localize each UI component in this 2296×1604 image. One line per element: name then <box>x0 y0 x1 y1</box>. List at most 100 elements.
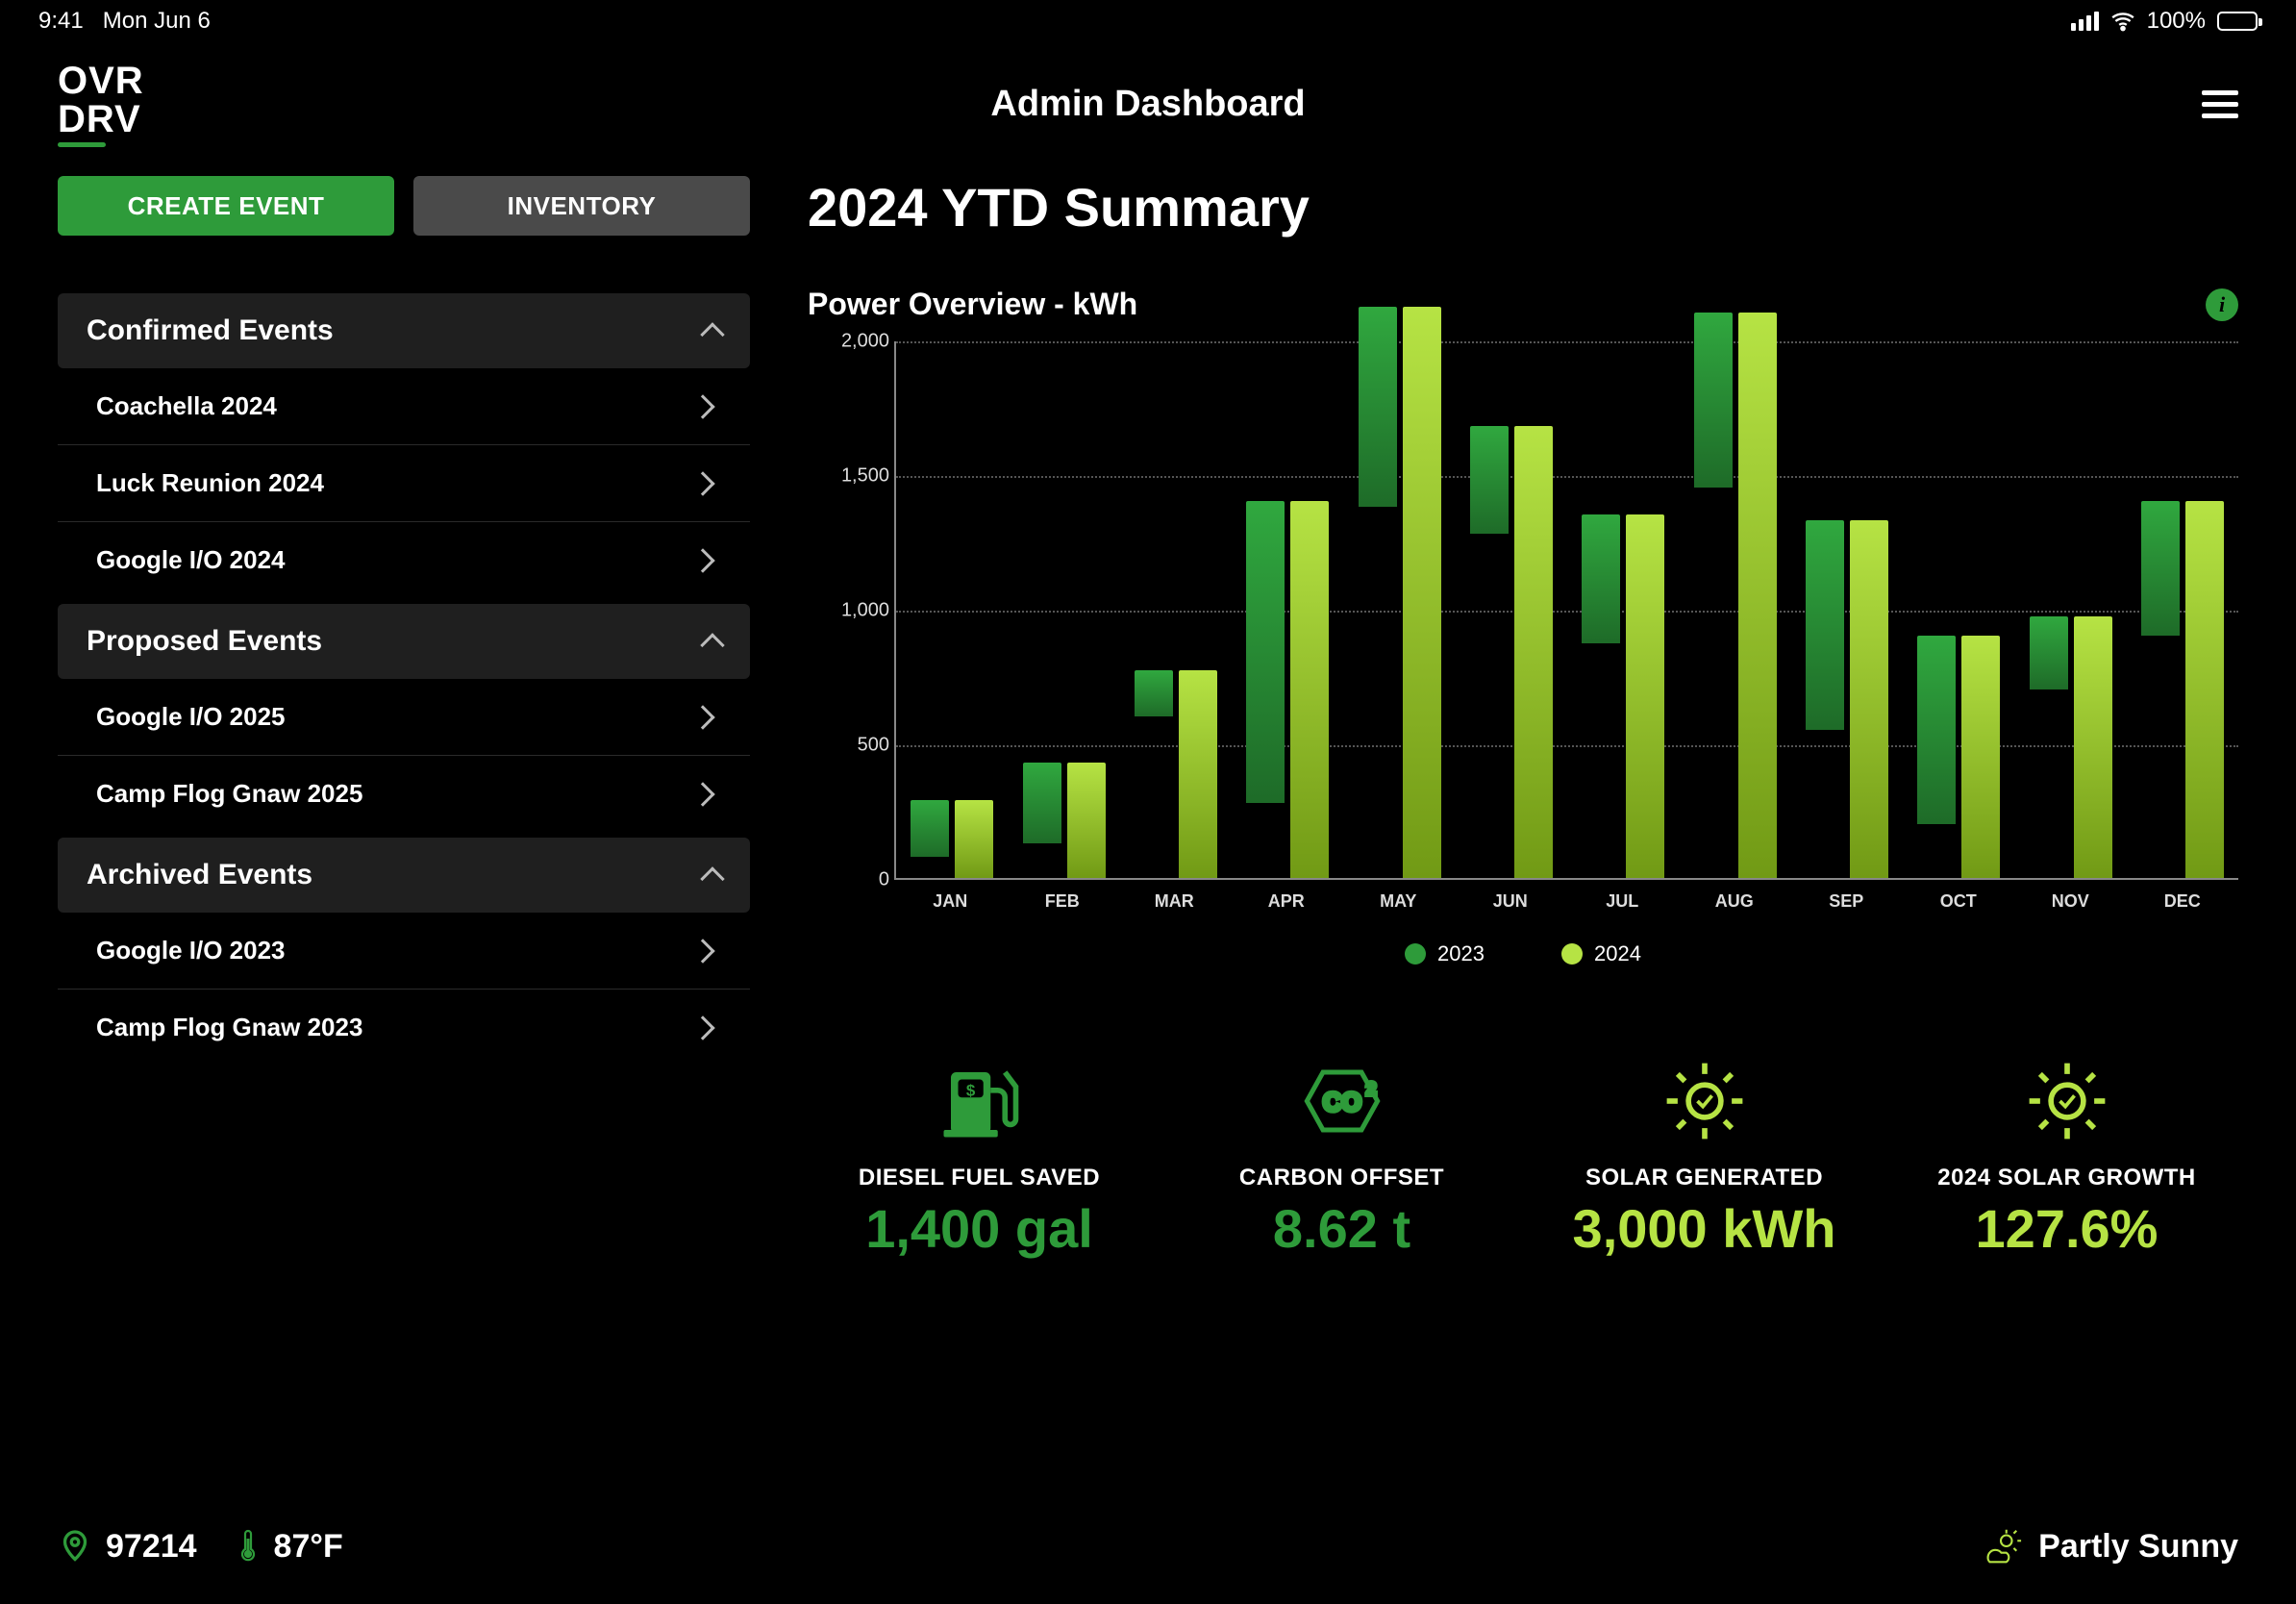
section-header-0[interactable]: Confirmed Events <box>58 293 750 368</box>
bar-2023 <box>2030 616 2068 689</box>
sidebar-item[interactable]: Google I/O 2023 <box>58 913 750 990</box>
bar-2024 <box>1403 307 1441 878</box>
wifi-icon <box>2110 9 2135 34</box>
sidebar-item[interactable]: Coachella 2024 <box>58 368 750 445</box>
legend-label-2023: 2023 <box>1437 941 1485 966</box>
chevron-right-icon <box>690 782 714 806</box>
stat-label: 2024 SOLAR GROWTH <box>1895 1165 2238 1191</box>
legend-2023: 2023 <box>1405 941 1485 966</box>
chevron-right-icon <box>690 471 714 495</box>
pin-icon <box>58 1527 92 1566</box>
sidebar-item-label: Luck Reunion 2024 <box>96 468 324 498</box>
sidebar-item[interactable]: Camp Flog Gnaw 2023 <box>58 990 750 1065</box>
sidebar-item-label: Google I/O 2024 <box>96 545 286 575</box>
bar-2024 <box>2074 616 2112 878</box>
section-title: Confirmed Events <box>87 314 334 347</box>
logo-line1: OVR <box>58 62 144 100</box>
x-tick: SEP <box>1829 891 1863 912</box>
x-tick: MAY <box>1380 891 1416 912</box>
page-title: Admin Dashboard <box>990 84 1305 125</box>
legend-dot-2024 <box>1561 943 1583 965</box>
svg-text:2: 2 <box>1366 1078 1376 1098</box>
sidebar-item[interactable]: Google I/O 2024 <box>58 522 750 598</box>
bar-group <box>1582 514 1664 878</box>
chevron-up-icon <box>700 866 724 890</box>
bar-group <box>1359 307 1441 878</box>
sidebar: CREATE EVENT INVENTORY Confirmed Events C… <box>58 176 750 1530</box>
bar-2023 <box>1135 670 1173 716</box>
y-tick: 2,000 <box>836 331 889 353</box>
footer-temp-value: 87°F <box>274 1528 343 1566</box>
bar-group <box>1135 670 1217 878</box>
gridline <box>896 611 2238 613</box>
footer-temp: 87°F <box>236 1527 343 1566</box>
chevron-right-icon <box>690 939 714 963</box>
stat-value: 1,400 gal <box>808 1197 1151 1260</box>
sidebar-item-label: Google I/O 2025 <box>96 702 286 732</box>
bar-group <box>2030 616 2112 878</box>
bar-2023 <box>1246 501 1285 803</box>
stat-value: 8.62 t <box>1170 1197 1513 1260</box>
bar-2023 <box>1023 763 1061 843</box>
bar-2023 <box>1917 636 1956 824</box>
legend-2024: 2024 <box>1561 941 1641 966</box>
x-tick: MAR <box>1155 891 1194 912</box>
app-header: OVR DRV Admin Dashboard <box>0 42 2296 176</box>
bar-group <box>1470 426 1553 878</box>
app-footer: 97214 87°F Partly Sunny <box>58 1527 2238 1566</box>
bar-group <box>2141 501 2224 878</box>
stat-label: SOLAR GENERATED <box>1533 1165 1876 1191</box>
chevron-right-icon <box>690 705 714 729</box>
co2-icon: CO2 <box>1170 1053 1513 1149</box>
section-title: Archived Events <box>87 859 312 891</box>
stat-card-0: $ DIESEL FUEL SAVED 1,400 gal <box>808 1053 1151 1260</box>
sidebar-item-label: Coachella 2024 <box>96 391 277 421</box>
main-heading: 2024 YTD Summary <box>808 176 2238 238</box>
sidebar-item-label: Camp Flog Gnaw 2025 <box>96 779 362 809</box>
status-bar: 9:41 Mon Jun 6 100% <box>0 0 2296 42</box>
status-right: 100% <box>2071 8 2258 35</box>
stat-value: 127.6% <box>1895 1197 2238 1260</box>
sidebar-item[interactable]: Luck Reunion 2024 <box>58 445 750 522</box>
gridline <box>896 476 2238 478</box>
sidebar-item[interactable]: Camp Flog Gnaw 2025 <box>58 756 750 832</box>
gridline <box>896 341 2238 343</box>
bar-2023 <box>1359 307 1397 506</box>
chart-legend: 2023 2024 <box>808 941 2238 966</box>
section-header-1[interactable]: Proposed Events <box>58 604 750 679</box>
footer-location[interactable]: 97214 <box>58 1527 197 1566</box>
bar-group <box>911 800 993 878</box>
bar-2024 <box>1290 501 1329 878</box>
info-icon[interactable]: i <box>2206 288 2238 321</box>
bar-2023 <box>911 800 949 857</box>
x-tick: OCT <box>1940 891 1977 912</box>
bar-group <box>1917 636 2000 878</box>
sidebar-item[interactable]: Google I/O 2025 <box>58 679 750 756</box>
inventory-button[interactable]: INVENTORY <box>413 176 750 236</box>
partly-sunny-icon <box>1979 1527 2023 1566</box>
footer-weather-text: Partly Sunny <box>2038 1528 2238 1566</box>
bar-2023 <box>1806 520 1844 730</box>
battery-pct: 100% <box>2147 8 2206 35</box>
battery-icon <box>2217 12 2258 31</box>
section-header-2[interactable]: Archived Events <box>58 838 750 913</box>
chevron-up-icon <box>700 633 724 657</box>
menu-hamburger-icon[interactable] <box>2202 90 2238 118</box>
chevron-right-icon <box>690 394 714 418</box>
stat-card-2: SOLAR GENERATED 3,000 kWh <box>1533 1053 1876 1260</box>
create-event-button[interactable]: CREATE EVENT <box>58 176 394 236</box>
bar-2024 <box>1626 514 1664 878</box>
fuel-icon: $ <box>808 1053 1151 1149</box>
logo: OVR DRV <box>58 62 144 147</box>
stat-label: CARBON OFFSET <box>1170 1165 1513 1191</box>
x-tick: JUL <box>1606 891 1638 912</box>
bar-2023 <box>1582 514 1620 643</box>
legend-dot-2023 <box>1405 943 1426 965</box>
power-chart: 05001,0001,5002,000 2023 2024 JANFEBMARA… <box>808 341 2238 957</box>
main-content: 2024 YTD Summary Power Overview - kWh i … <box>750 176 2238 1530</box>
bar-2024 <box>1961 636 2000 878</box>
chevron-right-icon <box>690 1015 714 1040</box>
legend-label-2024: 2024 <box>1594 941 1641 966</box>
bar-2024 <box>1179 670 1217 878</box>
x-tick: DEC <box>2164 891 2201 912</box>
